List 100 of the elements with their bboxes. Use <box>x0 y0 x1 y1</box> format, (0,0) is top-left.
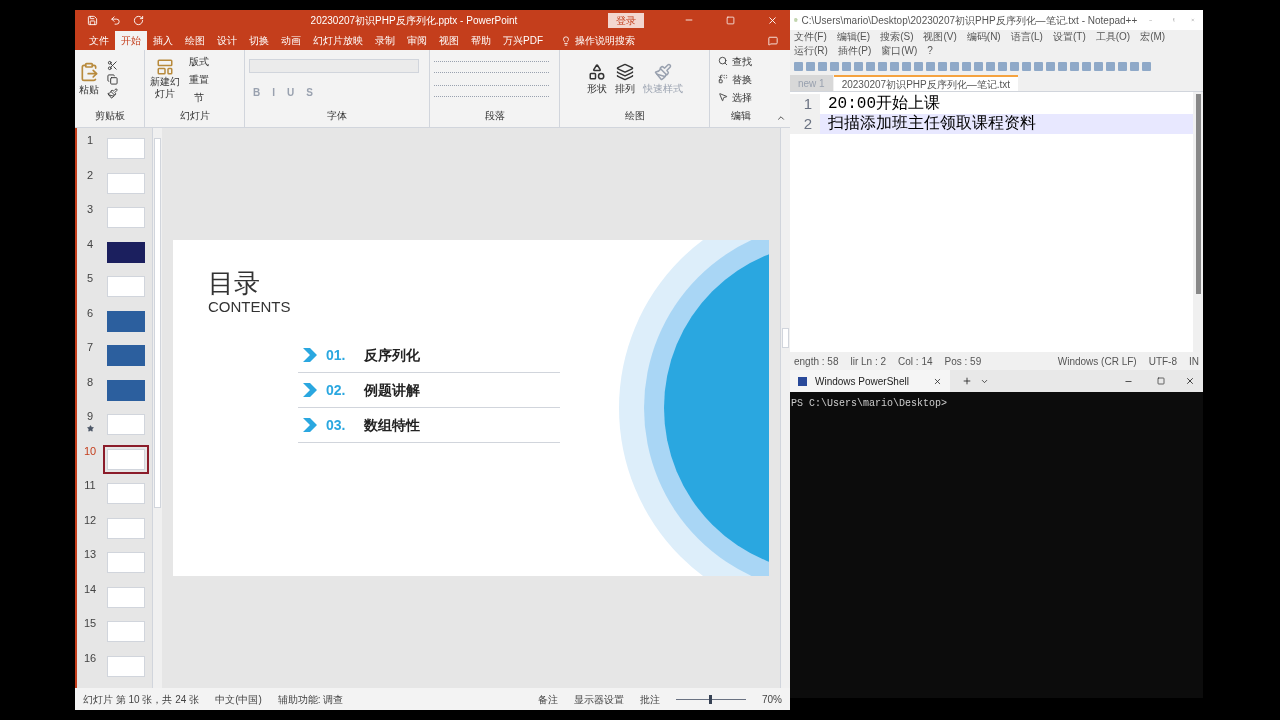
slide-thumbnail-item[interactable]: 14 <box>77 580 152 615</box>
slide-thumbnail-item[interactable]: 7 <box>77 339 152 374</box>
slide-thumbnail-item[interactable]: 9 <box>77 408 152 443</box>
replace-button[interactable]: 替换 <box>718 71 764 87</box>
font-field[interactable] <box>249 58 419 73</box>
new-tab-icon[interactable] <box>962 376 972 386</box>
ribbon-tab[interactable]: 幻灯片放映 <box>307 31 369 50</box>
slide-number: 2 <box>86 167 94 183</box>
status-text: 幻灯片 第 10 张，共 24 张 <box>83 692 200 707</box>
slide-thumbnail-item[interactable]: 4 <box>77 235 152 270</box>
slide-title: 目录 <box>208 268 261 298</box>
ribbon-tab[interactable]: 切换 <box>243 31 275 50</box>
undo-icon[interactable] <box>110 14 121 26</box>
redo-icon[interactable] <box>133 14 144 26</box>
slide-number: 16 <box>83 650 97 666</box>
collapse-ribbon-icon[interactable] <box>776 113 786 123</box>
display-settings-button[interactable]: 显示器设置 <box>574 691 624 707</box>
notes-button[interactable]: 备注 <box>538 691 558 707</box>
comment-icon[interactable] <box>768 36 778 46</box>
slide-thumbnail-item[interactable]: 15 <box>77 615 152 650</box>
slide-number: 4 <box>86 236 94 252</box>
ribbon-tab[interactable]: 绘图 <box>179 31 211 50</box>
status-text: lir Ln : 2 <box>850 354 887 369</box>
slide-thumbnail-item[interactable]: 5 <box>77 270 152 305</box>
find-button[interactable]: 查找 <box>718 53 764 69</box>
save-icon[interactable] <box>87 14 98 26</box>
group-label: 剪贴板 <box>93 109 126 123</box>
slide-thumbnail-item[interactable]: 2 <box>77 166 152 201</box>
menu-item[interactable]: 窗口(W) <box>881 44 918 58</box>
slide-thumbnail-item[interactable]: 6 <box>77 304 152 339</box>
slide-thumbnail <box>107 586 145 608</box>
line-number: 1 <box>790 94 820 114</box>
status-text: Col : 14 <box>898 354 933 369</box>
slide-thumbnail-item[interactable]: 1 <box>77 132 152 167</box>
ribbon-tab[interactable]: 动画 <box>275 31 307 50</box>
menu-item[interactable]: ? <box>927 44 933 58</box>
slide-thumbnail-item[interactable]: 11 <box>77 477 152 512</box>
slide-thumbnail-item[interactable]: 13 <box>77 546 152 581</box>
menu-item[interactable]: 工具(O) <box>1095 30 1131 44</box>
slide-thumbnail <box>107 207 145 228</box>
file-tab[interactable]: 20230207初识PHP反序列化—笔记.txt <box>833 75 1019 91</box>
slide-thumbnail <box>107 379 145 401</box>
pointer-icon <box>718 92 728 102</box>
shapes-button[interactable]: 形状 <box>586 62 607 96</box>
menu-item[interactable]: 插件(P) <box>837 44 872 58</box>
menu-item[interactable]: 语言(L) <box>1010 30 1043 44</box>
slide-thumbnail-item[interactable]: 16 <box>77 649 152 684</box>
ribbon-tab[interactable]: 录制 <box>369 31 401 50</box>
ribbon-tab[interactable]: 视图 <box>433 31 465 50</box>
ribbon-tab[interactable]: 插入 <box>147 31 179 50</box>
ribbon-tab[interactable]: 帮助 <box>465 31 497 50</box>
ribbon-tab[interactable]: 审阅 <box>401 31 433 50</box>
chevron-icon <box>302 347 318 363</box>
ribbon-tab[interactable]: 万兴PDF <box>497 31 549 50</box>
slide-subtitle: CONTENTS <box>208 298 292 316</box>
new-slide-button[interactable]: 新建幻灯片 <box>149 58 181 100</box>
menu-item[interactable]: 运行(R) <box>794 44 828 58</box>
menu-item[interactable]: 视图(V) <box>923 30 957 44</box>
section-button[interactable]: 节 <box>189 89 209 105</box>
cut-icon[interactable] <box>107 59 118 71</box>
item-number: 01. <box>326 345 347 365</box>
slide-number: 15 <box>83 616 97 631</box>
slide-thumbnail <box>107 310 145 332</box>
ribbon-tab[interactable]: 开始 <box>115 31 147 50</box>
chevron-icon <box>302 417 318 433</box>
menu-item[interactable]: 编码(N) <box>966 30 1001 44</box>
select-button[interactable]: 选择 <box>718 89 764 105</box>
layers-icon <box>615 62 634 81</box>
comments-button[interactable]: 批注 <box>640 691 660 707</box>
menu-item[interactable]: 文件(F) <box>794 30 827 44</box>
paste-button[interactable]: 粘贴 <box>79 61 99 97</box>
paintbrush-icon <box>653 62 672 81</box>
login-button[interactable]: 登录 <box>608 12 644 28</box>
slide-number: 3 <box>86 202 94 217</box>
lightbulb-icon[interactable] <box>561 36 571 46</box>
status-text: 辅助功能: 调查 <box>277 692 344 707</box>
tell-me-search[interactable]: 操作说明搜索 <box>575 31 635 50</box>
menu-item[interactable]: 搜索(S) <box>880 30 914 44</box>
item-number: 02. <box>326 380 347 400</box>
slide-thumbnail <box>107 241 145 263</box>
window-title: 20230207初识PHP反序列化.pptx - PowerPoint <box>309 13 519 28</box>
item-number: 03. <box>326 415 347 435</box>
reset-button[interactable]: 重置 <box>189 71 209 87</box>
arrange-button[interactable]: 排列 <box>614 62 635 96</box>
copy-icon[interactable] <box>107 73 118 85</box>
slide-number: 6 <box>86 305 94 321</box>
menu-item[interactable]: 设置(T) <box>1052 30 1086 44</box>
slide-thumbnail-item[interactable]: 8 <box>77 373 152 408</box>
menu-item[interactable]: 宏(M) <box>1140 30 1166 44</box>
slide-number: 5 <box>86 271 94 286</box>
layout-button[interactable]: 版式 <box>189 53 209 69</box>
menu-item[interactable]: 编辑(E) <box>836 30 871 44</box>
window-title: C:\Users\mario\Desktop\20230207初识PHP反序列化—笔记.txt - Notepad++ <box>801 13 1138 28</box>
ribbon-tab[interactable]: 设计 <box>211 31 243 50</box>
ribbon-tab[interactable]: 文件 <box>83 31 115 50</box>
slide-thumbnail-item[interactable]: 3 <box>77 201 152 236</box>
slide-thumbnail-item[interactable]: 12 <box>77 511 152 546</box>
format-painter-icon[interactable] <box>107 87 118 99</box>
terminal-tab[interactable]: Windows PowerShell <box>790 370 950 392</box>
close-tab-icon[interactable] <box>933 376 942 386</box>
